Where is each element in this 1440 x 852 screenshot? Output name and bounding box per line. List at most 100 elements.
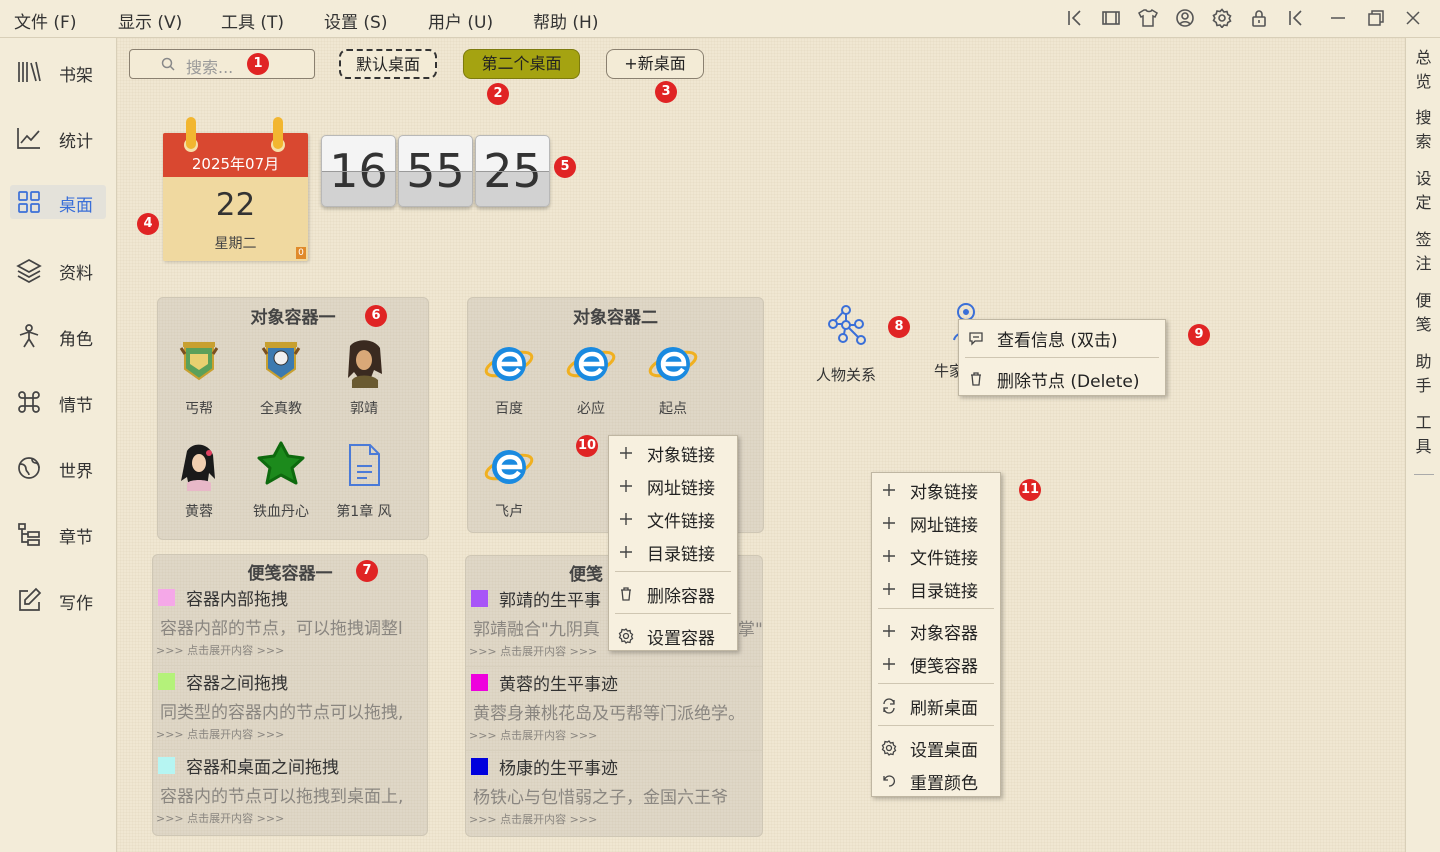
note-color-square <box>158 757 175 774</box>
search-placeholder: 搜索... <box>186 58 234 77</box>
desk-icon-relationship[interactable]: 人物关系 <box>806 300 886 385</box>
menu-item-file-link[interactable]: 文件链接 <box>609 503 737 536</box>
rightbar-notes[interactable]: 签注 <box>1406 228 1440 276</box>
nav-item-writing[interactable]: 写作 <box>10 583 106 617</box>
note-item[interactable]: 黄蓉的生平事迹 黄蓉身兼桃花岛及丐帮等门派绝学。 >>> 点击展开内容 >>> <box>466 670 762 754</box>
object-item[interactable]: 百度 <box>469 336 549 418</box>
menu-item-label: 查看信息 (双击) <box>997 331 1118 351</box>
menu-item-note-container[interactable]: 便笺容器 <box>872 648 1000 681</box>
menu-item-dir-link[interactable]: 目录链接 <box>609 536 737 569</box>
menu-user[interactable]: 用户 (U) <box>428 8 493 33</box>
menu-item-url-link[interactable]: 网址链接 <box>872 507 1000 540</box>
nav-item-desktop[interactable]: 桌面 <box>10 185 106 219</box>
menu-file[interactable]: 文件 (F) <box>14 8 76 33</box>
object-item[interactable]: 飞卢 <box>469 439 549 521</box>
menu-separator <box>878 608 994 609</box>
new-desktop-button[interactable]: +新桌面 <box>606 49 704 79</box>
tab-second-desktop[interactable]: 第二个桌面 <box>463 49 580 79</box>
note-expand-link[interactable]: >>> 点击展开内容 >>> <box>156 726 284 742</box>
left-nav: 书架 统计 桌面 资料 角色 情节 世界 章节 写作 <box>0 38 117 852</box>
nav-label: 世界 <box>59 462 93 482</box>
minimize-icon[interactable] <box>1328 8 1348 28</box>
menu-help[interactable]: 帮助 (H) <box>533 8 598 33</box>
rightbar-overview[interactable]: 总览 <box>1406 46 1440 94</box>
chart-line-icon <box>16 125 42 151</box>
note-container-1[interactable]: 便笺容器一 容器内部拖拽 容器内部的节点，可以拖拽调整l >>> 点击展开内容 … <box>152 554 428 836</box>
menu-view[interactable]: 显示 (V) <box>118 8 182 33</box>
object-label: 第1章 风 <box>336 504 392 520</box>
menu-item-object-link[interactable]: 对象链接 <box>609 437 737 470</box>
rightbar-assistant[interactable]: 助手 <box>1406 350 1440 398</box>
nav-item-materials[interactable]: 资料 <box>10 253 106 287</box>
collapse-left-icon[interactable] <box>1065 8 1085 28</box>
menu-item-object-container[interactable]: 对象容器 <box>872 615 1000 648</box>
theme-shirt-icon[interactable] <box>1138 8 1158 28</box>
trash-icon <box>618 586 634 602</box>
plus-icon <box>618 445 634 461</box>
rightbar-search[interactable]: 搜索 <box>1406 106 1440 154</box>
object-item[interactable]: 铁血丹心 <box>241 439 321 521</box>
rightbar-memo[interactable]: 便笺 <box>1406 289 1440 337</box>
menu-item-url-link[interactable]: 网址链接 <box>609 470 737 503</box>
menu-item-label: 文件链接 <box>647 512 715 532</box>
nav-item-statistics[interactable]: 统计 <box>10 121 106 155</box>
nav-item-characters[interactable]: 角色 <box>10 319 106 353</box>
menu-item-object-link[interactable]: 对象链接 <box>872 474 1000 507</box>
tab-default-desktop[interactable]: 默认桌面 <box>339 49 437 79</box>
search-box[interactable]: 搜索... <box>129 49 315 79</box>
note-expand-link[interactable]: >>> 点击展开内容 >>> <box>469 811 597 827</box>
close-icon[interactable] <box>1403 8 1423 28</box>
menu-item-desk-settings[interactable]: 设置桌面 <box>872 732 1000 765</box>
object-item[interactable]: 黄蓉 <box>159 439 239 521</box>
menu-item-file-link[interactable]: 文件链接 <box>872 540 1000 573</box>
rightbar-settings[interactable]: 设定 <box>1406 167 1440 215</box>
badge-4: 4 <box>137 213 159 235</box>
calendar-widget[interactable]: 2025年07月 22 星期二 0 <box>163 117 308 261</box>
lock-icon[interactable] <box>1249 8 1269 28</box>
menu-item-delete-container[interactable]: 删除容器 <box>609 578 737 611</box>
settings-gear-icon[interactable] <box>1212 8 1232 28</box>
note-color-square <box>158 673 175 690</box>
note-expand-link[interactable]: >>> 点击展开内容 >>> <box>156 810 284 826</box>
note-item[interactable]: 容器之间拖拽 同类型的容器内的节点可以拖拽, >>> 点击展开内容 >>> <box>153 669 427 753</box>
note-expand-link[interactable]: >>> 点击展开内容 >>> <box>469 727 597 743</box>
note-expand-link[interactable]: >>> 点击展开内容 >>> <box>469 643 597 659</box>
object-item[interactable]: 起点 <box>633 336 713 418</box>
nav-item-world[interactable]: 世界 <box>10 451 106 485</box>
object-item[interactable]: 郭靖 <box>324 336 404 418</box>
nav-label: 章节 <box>59 528 93 548</box>
object-item[interactable]: 第1章 风 <box>324 439 404 521</box>
menu-item-delete-node[interactable]: 删除节点 (Delete) <box>959 363 1165 396</box>
object-item[interactable]: 丐帮 <box>159 336 239 418</box>
calendar-day: 22 <box>215 187 256 223</box>
menu-item-container-settings[interactable]: 设置容器 <box>609 620 737 653</box>
menu-item-refresh-desk[interactable]: 刷新桌面 <box>872 690 1000 723</box>
menu-item-dir-link[interactable]: 目录链接 <box>872 573 1000 606</box>
note-text: 黄蓉身兼桃花岛及丐帮等门派绝学。 <box>473 704 745 724</box>
user-circle-icon[interactable] <box>1175 8 1195 28</box>
object-item[interactable]: 必应 <box>551 336 631 418</box>
fullscreen-icon[interactable] <box>1101 8 1121 28</box>
menu-tools[interactable]: 工具 (T) <box>221 8 284 33</box>
note-item[interactable]: 容器和桌面之间拖拽 容器内的节点可以拖拽到桌面上, >>> 点击展开内容 >>> <box>153 753 427 835</box>
nav-item-bookshelf[interactable]: 书架 <box>10 55 106 89</box>
note-expand-link[interactable]: >>> 点击展开内容 >>> <box>156 642 284 658</box>
rightbar-tools[interactable]: 工具 <box>1406 411 1440 459</box>
note-item[interactable]: 容器内部拖拽 容器内部的节点，可以拖拽调整l >>> 点击展开内容 >>> <box>153 585 427 669</box>
nav-item-plot[interactable]: 情节 <box>10 385 106 419</box>
plus-icon <box>881 515 897 531</box>
nav-label: 角色 <box>59 330 93 350</box>
refresh-icon <box>881 698 897 714</box>
menu-item-view-info[interactable]: 查看信息 (双击) <box>959 322 1165 355</box>
nav-item-chapters[interactable]: 章节 <box>10 517 106 551</box>
note-item[interactable]: 杨康的生平事迹 杨铁心与包惜弱之子，金国六王爷 >>> 点击展开内容 >>> <box>466 754 762 836</box>
object-container-1[interactable]: 对象容器一 丐帮 全真教 郭靖 黄蓉 铁血丹心 第1章 风 <box>157 297 429 540</box>
restore-icon[interactable] <box>1366 8 1386 28</box>
calendar-ring <box>273 117 283 149</box>
object-item[interactable]: 全真教 <box>241 336 321 418</box>
menu-item-reset-color[interactable]: 重置颜色 <box>872 765 1000 798</box>
ie-browser-icon <box>647 336 699 388</box>
menu-settings[interactable]: 设置 (S) <box>324 8 387 33</box>
note-color-square <box>471 674 488 691</box>
collapse-left-2-icon[interactable] <box>1286 8 1306 28</box>
